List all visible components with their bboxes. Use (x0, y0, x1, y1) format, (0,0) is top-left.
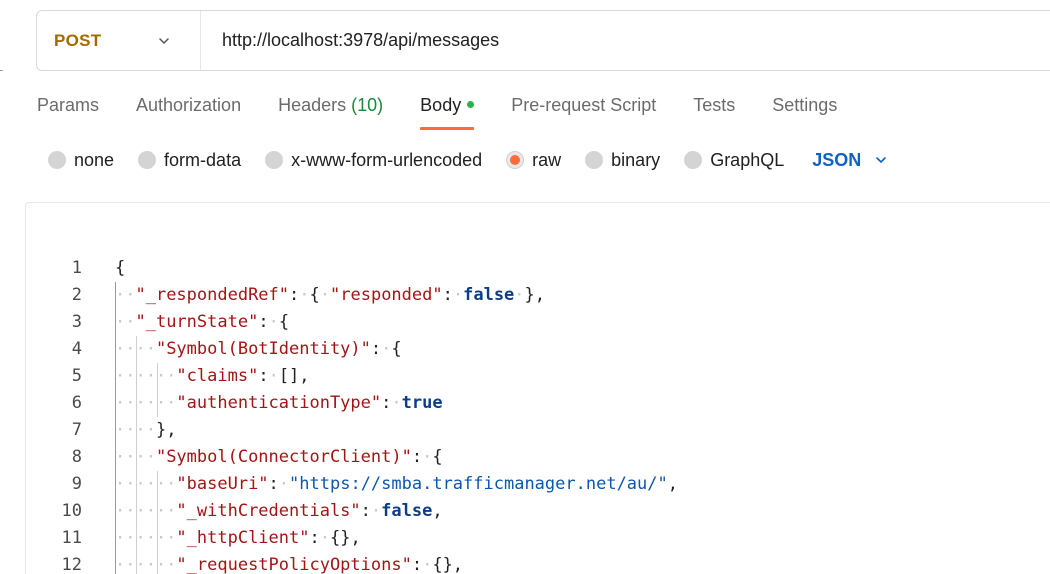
indent-guide (115, 525, 116, 552)
line-number: 6 (71, 393, 82, 413)
tab-pre-request-script[interactable]: Pre-request Script (511, 92, 656, 130)
line-number: 12 (61, 555, 82, 574)
format-dropdown[interactable]: JSON (812, 150, 887, 171)
indent-guide (136, 417, 137, 444)
indent-guide (115, 471, 116, 498)
indent-guide (136, 552, 137, 574)
indent-guide (136, 444, 137, 471)
body-type-raw[interactable]: raw (506, 150, 561, 171)
indent-guide (115, 498, 116, 525)
indent-guide (157, 498, 158, 525)
code-text: ··"_turnState":·{ (115, 312, 290, 332)
body-type-none[interactable]: none (48, 150, 114, 171)
indent-guide (136, 471, 137, 498)
indent-guide (157, 363, 158, 390)
tab-authorization[interactable]: Authorization (136, 92, 241, 130)
body-type-binary[interactable]: binary (585, 150, 660, 171)
line-number: 4 (71, 339, 82, 359)
line-number: 11 (61, 528, 82, 548)
code-text: ····"Symbol(ConnectorClient)":·{ (115, 447, 443, 467)
request-url-bar: POST (36, 10, 1050, 71)
line-number: 7 (71, 420, 82, 440)
radio-urlencoded[interactable] (265, 151, 284, 169)
code-text: ······"_withCredentials":·false, (115, 501, 443, 521)
headers-count: (10) (351, 95, 384, 115)
chevron-down-icon (876, 157, 887, 163)
indent-guide (115, 336, 116, 363)
line-number: 8 (71, 447, 82, 467)
body-status-dot (467, 101, 475, 108)
indent-guide (157, 552, 158, 574)
indent-guide (115, 282, 116, 309)
radio-graphql[interactable] (684, 151, 703, 169)
method-dropdown[interactable]: POST (37, 11, 201, 70)
tab-params[interactable]: Params (37, 92, 99, 130)
line-number: 1 (71, 258, 82, 278)
indent-guide (136, 363, 137, 390)
code-text: ······"_requestPolicyOptions":·{}, (115, 555, 464, 574)
request-tabs: Params Authorization Headers (10) Body P… (37, 92, 874, 132)
chevron-down-icon (159, 37, 169, 44)
radio-form-data[interactable] (138, 151, 157, 169)
tab-tests[interactable]: Tests (693, 92, 735, 130)
line-number: 3 (71, 312, 82, 332)
radio-none[interactable] (48, 151, 66, 169)
indent-guide (136, 390, 137, 417)
indent-guide (115, 552, 116, 574)
line-number: 5 (71, 366, 82, 386)
indent-guide (115, 309, 116, 336)
tab-headers[interactable]: Headers (10) (278, 92, 383, 130)
indent-guide (136, 525, 137, 552)
line-number: 10 (61, 501, 82, 521)
code-text: ··"_respondedRef":·{·"responded":·false·… (115, 285, 546, 305)
indent-guide (136, 336, 137, 363)
code-text: ····}, (115, 420, 177, 440)
indent-guide (157, 471, 158, 498)
url-input[interactable] (201, 11, 1050, 70)
code-text: { (115, 258, 126, 278)
method-label: POST (54, 30, 102, 50)
body-type-options: none form-data x-www-form-urlencoded raw… (48, 146, 887, 174)
line-number: 2 (71, 285, 82, 305)
indent-guide (157, 390, 158, 417)
radio-raw[interactable] (506, 151, 525, 169)
code-text: ······"claims":·[], (115, 366, 310, 386)
indent-guide (115, 417, 116, 444)
indent-guide (115, 363, 116, 390)
body-code-editor[interactable]: 1 {2 ··"_respondedRef":·{·"responded":·fal… (25, 202, 1050, 574)
indent-guide (136, 498, 137, 525)
left-edge-marker (0, 70, 3, 71)
indent-guide (115, 444, 116, 471)
indent-guide (157, 525, 158, 552)
code-text: ······"authenticationType":·true (115, 393, 443, 413)
indent-guide (115, 390, 116, 417)
code-text: ······"baseUri":·"https://smba.trafficma… (115, 474, 678, 494)
code-text: ······"_httpClient":·{}, (115, 528, 361, 548)
line-number: 9 (71, 474, 82, 494)
tab-settings[interactable]: Settings (772, 92, 837, 130)
body-type-urlencoded[interactable]: x-www-form-urlencoded (265, 150, 482, 171)
code-text: ····"Symbol(BotIdentity)":·{ (115, 339, 402, 359)
format-label: JSON (812, 149, 862, 170)
tab-body[interactable]: Body (420, 92, 475, 130)
body-type-graphql[interactable]: GraphQL (684, 150, 784, 171)
body-type-form-data[interactable]: form-data (138, 150, 241, 171)
radio-binary[interactable] (585, 151, 604, 169)
